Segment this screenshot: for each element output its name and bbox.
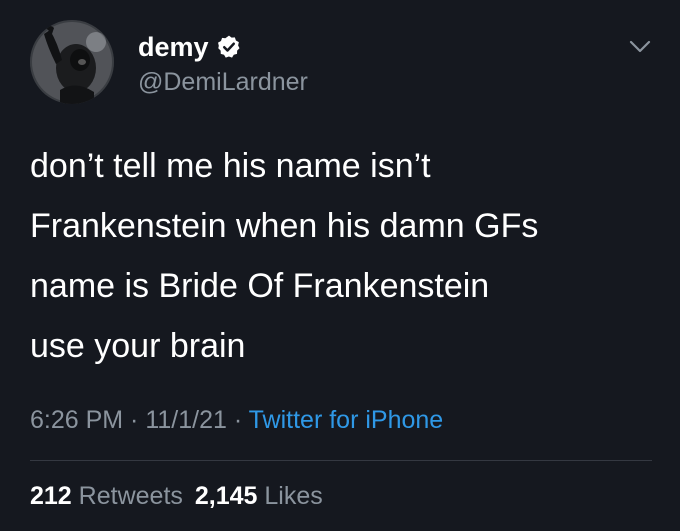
engagement-stats: 212 Retweets 2,145 Likes xyxy=(30,480,323,512)
likes-stat[interactable]: 2,145 Likes xyxy=(195,482,323,510)
tweet-card: demy @DemiLardner don’t tell me his name… xyxy=(0,0,680,531)
meta-separator: · xyxy=(226,406,249,434)
avatar[interactable] xyxy=(30,20,114,104)
chevron-down-icon[interactable] xyxy=(625,36,655,58)
tweet-date: 11/1/21 xyxy=(145,406,227,434)
tweet-time: 6:26 PM xyxy=(30,406,124,434)
verified-badge-icon xyxy=(216,34,242,60)
tweet-metadata: 6:26 PM · 11/1/21 · Twitter for iPhone xyxy=(30,404,443,436)
likes-label: Likes xyxy=(264,482,323,510)
name-row: demy xyxy=(138,30,242,64)
divider xyxy=(30,460,652,461)
retweets-count: 212 xyxy=(30,482,72,510)
tweet-text: don’t tell me his name isn’t Frankenstei… xyxy=(30,147,539,365)
gorilla-avatar-icon xyxy=(30,20,114,104)
display-name[interactable]: demy xyxy=(138,30,209,64)
tweet-source-link[interactable]: Twitter for iPhone xyxy=(249,406,444,434)
retweets-stat[interactable]: 212 Retweets xyxy=(30,482,183,510)
likes-count: 2,145 xyxy=(194,482,258,510)
user-handle[interactable]: @DemiLardner xyxy=(138,66,308,98)
retweets-label: Retweets xyxy=(78,482,183,510)
meta-separator: · xyxy=(123,406,146,434)
